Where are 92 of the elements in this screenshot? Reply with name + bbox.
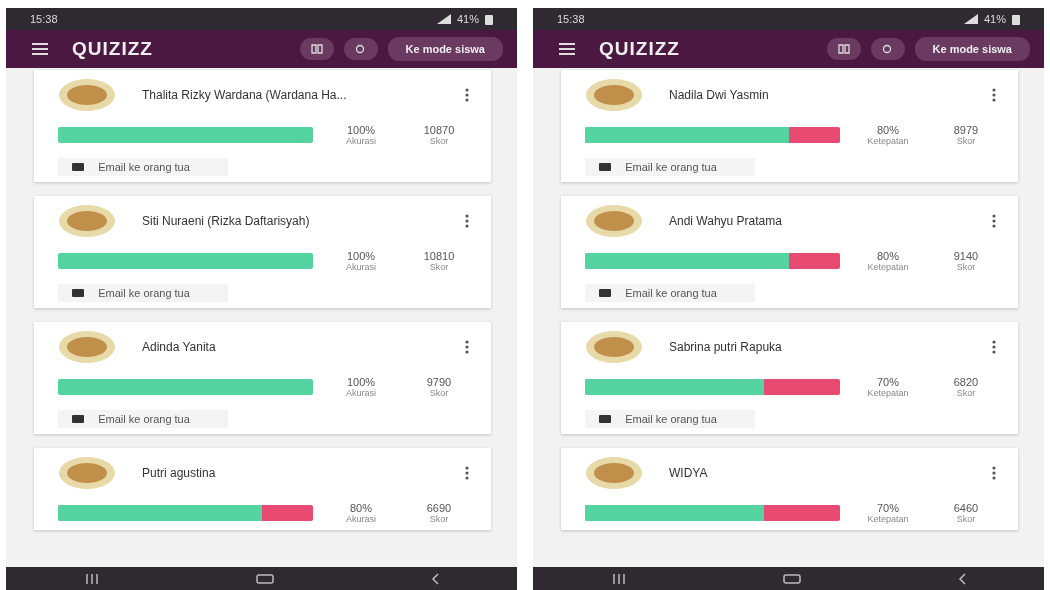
student-name: Thalita Rizky Wardana (Wardana Ha...: [142, 88, 348, 102]
student-name: Sabrina putri Rapuka: [669, 340, 783, 355]
mail-icon: [599, 289, 611, 298]
accuracy-value: 80%: [877, 124, 899, 136]
avatar-icon: [585, 330, 643, 365]
score-label: Skor: [956, 388, 976, 399]
app-logo: QUIZIZZ: [72, 38, 153, 60]
book-icon[interactable]: [826, 38, 861, 60]
accuracy-value: 100%: [346, 250, 376, 263]
mail-icon: [72, 415, 84, 424]
email-parent-button[interactable]: Email ke orang tua: [585, 284, 755, 303]
score-value: 6690: [426, 502, 452, 515]
accuracy-value: 100%: [346, 376, 376, 389]
accuracy-label: Ketepatan: [867, 262, 909, 273]
mail-icon: [72, 163, 84, 172]
student-name: WIDYA: [669, 466, 709, 481]
more-options-icon[interactable]: [992, 214, 996, 229]
mode-button[interactable]: Ke mode siswa: [387, 37, 503, 61]
score-label: Skor: [429, 388, 449, 399]
avatar-icon: [58, 330, 116, 365]
menu-icon[interactable]: [559, 43, 575, 55]
score-value: 6460: [953, 502, 979, 515]
accuracy-value: 70%: [877, 376, 899, 389]
email-parent-button[interactable]: Email ke orang tua: [58, 158, 228, 177]
signal-icon: [963, 14, 978, 24]
accuracy-value: 100%: [346, 124, 376, 136]
app-logo: QUIZIZZ: [599, 38, 680, 60]
battery-percent: 41%: [983, 13, 1006, 25]
accuracy-label: Ketepatan: [867, 514, 909, 525]
student-name: Andi Wahyu Pratama: [669, 214, 783, 229]
avatar-icon: [58, 456, 116, 491]
more-options-icon[interactable]: [465, 466, 469, 481]
avatar-icon: [585, 456, 643, 491]
email-parent-button[interactable]: Email ke orang tua: [58, 410, 228, 429]
more-options-icon[interactable]: [992, 88, 996, 102]
battery-icon: [485, 13, 493, 25]
recent-apps-icon[interactable]: [611, 573, 626, 584]
mail-icon: [599, 163, 611, 172]
more-options-icon[interactable]: [992, 340, 996, 355]
email-parent-button[interactable]: Email ke orang tua: [58, 284, 228, 303]
score-value: 9790: [426, 376, 452, 389]
avatar-icon: [585, 204, 643, 239]
accuracy-label: Akurasi: [346, 388, 376, 399]
accuracy-value: 70%: [877, 502, 899, 515]
back-icon[interactable]: [430, 572, 439, 585]
score-label: Skor: [956, 262, 976, 273]
score-value: 6820: [953, 376, 979, 389]
home-icon[interactable]: [782, 573, 801, 584]
search-icon[interactable]: [343, 38, 378, 60]
score-label: Skor: [429, 262, 449, 273]
score-label: Skor: [956, 514, 976, 525]
score-label: Skor: [956, 136, 976, 146]
score-value: 10810: [423, 250, 455, 263]
accuracy-label: Akurasi: [346, 514, 376, 525]
mail-icon: [72, 289, 84, 298]
accuracy-label: Akurasi: [346, 262, 376, 273]
status-time: 15:38: [30, 13, 58, 25]
score-value: 8979: [953, 124, 979, 136]
more-options-icon[interactable]: [465, 214, 469, 229]
accuracy-label: Akurasi: [346, 136, 376, 146]
student-name: Nadila Dwi Yasmin: [669, 88, 770, 102]
student-name: Putri agustina: [142, 466, 217, 481]
score-label: Skor: [429, 514, 449, 525]
student-name: Siti Nuraeni (Rizka Daftarisyah): [142, 214, 311, 229]
book-icon[interactable]: [299, 38, 334, 60]
avatar-icon: [58, 204, 116, 239]
battery-percent: 41%: [456, 13, 479, 25]
student-name: Adinda Yanita: [142, 340, 217, 355]
more-options-icon[interactable]: [465, 88, 469, 102]
accuracy-label: Ketepatan: [867, 136, 909, 146]
score-value: 9140: [953, 250, 979, 263]
accuracy-value: 80%: [350, 502, 372, 515]
more-options-icon[interactable]: [992, 466, 996, 481]
avatar-icon: [585, 78, 643, 112]
battery-icon: [1012, 13, 1020, 25]
avatar-icon: [58, 78, 116, 112]
signal-icon: [436, 14, 451, 24]
status-time: 15:38: [557, 13, 585, 25]
mail-icon: [599, 415, 611, 424]
score-value: 10870: [423, 124, 455, 136]
recent-apps-icon[interactable]: [84, 573, 99, 584]
accuracy-value: 80%: [877, 250, 899, 263]
email-parent-button[interactable]: Email ke orang tua: [585, 410, 755, 429]
back-icon[interactable]: [957, 572, 966, 585]
home-icon[interactable]: [255, 573, 274, 584]
accuracy-label: Ketepatan: [867, 388, 909, 399]
menu-icon[interactable]: [32, 43, 48, 55]
more-options-icon[interactable]: [465, 340, 469, 355]
mode-button[interactable]: Ke mode siswa: [914, 37, 1030, 61]
search-icon[interactable]: [870, 38, 905, 60]
email-parent-button[interactable]: Email ke orang tua: [585, 158, 755, 177]
score-label: Skor: [429, 136, 449, 146]
